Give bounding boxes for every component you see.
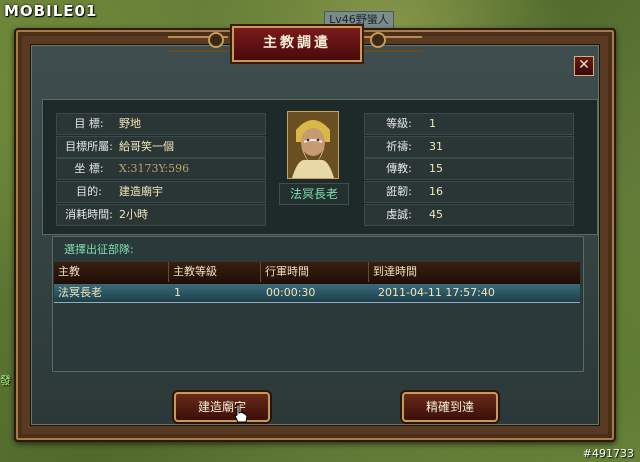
precise-arrival-button[interactable]: 精確到達 [402,392,498,422]
stat-row-prayer: 祈禱: 31 [364,136,574,158]
cell-level: 1 [174,286,181,299]
time-cost-label: 消耗時間: [65,208,113,221]
target-label: 目 標: [74,117,104,130]
stat-value: 31 [429,140,443,153]
close-button[interactable]: ✕ [574,56,594,76]
watermark-logo: MOBILE01 [4,2,98,20]
stat-row-devotion: 虔誠: 45 [364,204,574,226]
column-header-march-time: 行軍時間 [260,262,367,282]
stat-value: 15 [429,162,443,175]
map-side-text: 發 [0,374,11,387]
troop-table-header: 主教 主教等級 行軍時間 到達時間 [54,262,580,285]
watermark-image-id: #491733 [582,447,634,460]
cell-march-time: 00:00:30 [266,286,316,299]
stat-label: 虔誠: [386,208,412,221]
owner-label: 目標所屬: [65,140,113,153]
column-header-level: 主教等級 [168,262,259,282]
title-ornament-right [362,32,422,52]
column-header-arrival-time: 到達時間 [368,262,573,282]
cell-bishop: 法冥長老 [58,286,102,299]
stat-row-preach: 傳教: 15 [364,158,574,180]
stat-value: 1 [429,117,436,130]
troop-selection-title: 選擇出征部隊: [64,243,134,256]
title-ornament-left [168,32,228,52]
stat-label: 傳教: [386,162,412,175]
bishop-name: 法冥長老 [279,183,349,205]
dialog-title: 主教調遣 [232,26,362,62]
table-row[interactable]: 法冥長老 1 00:00:30 2011-04-11 17:57:40 [54,284,580,303]
owner-row: 目標所屬: 給哥笑一個 [56,136,266,158]
bishop-dispatch-dialog [14,28,616,442]
purpose-label: 目的: [76,185,102,198]
time-cost-value: 2小時 [119,208,148,221]
owner-value: 給哥笑一個 [119,140,174,153]
elder-bishop-portrait-icon [287,111,339,179]
purpose-row: 目的: 建造廟宇 [56,181,266,203]
target-row: 目 標: 野地 [56,113,266,135]
stat-row-resolve: 誑韌: 16 [364,181,574,203]
target-value: 野地 [119,117,141,130]
purpose-value: 建造廟宇 [119,185,163,198]
portrait-art [288,112,338,178]
column-header-bishop: 主教 [58,265,80,278]
coordinate-value: X:3173Y:596 [119,162,190,175]
time-cost-row: 消耗時間: 2小時 [56,204,266,226]
build-temple-button[interactable]: 建造廟宇 [174,392,270,422]
stat-label: 誑韌: [386,185,412,198]
stat-row-level: 等級: 1 [364,113,574,135]
coordinate-row: 坐 標: X:3173Y:596 [56,158,266,180]
stat-label: 祈禱: [386,140,412,153]
cell-arrival-time: 2011-04-11 17:57:40 [378,286,495,299]
hand-cursor-icon [234,404,248,423]
stat-value: 45 [429,208,443,221]
coordinate-label: 坐 標: [74,162,104,175]
stat-value: 16 [429,185,443,198]
stat-label: 等級: [386,117,412,130]
